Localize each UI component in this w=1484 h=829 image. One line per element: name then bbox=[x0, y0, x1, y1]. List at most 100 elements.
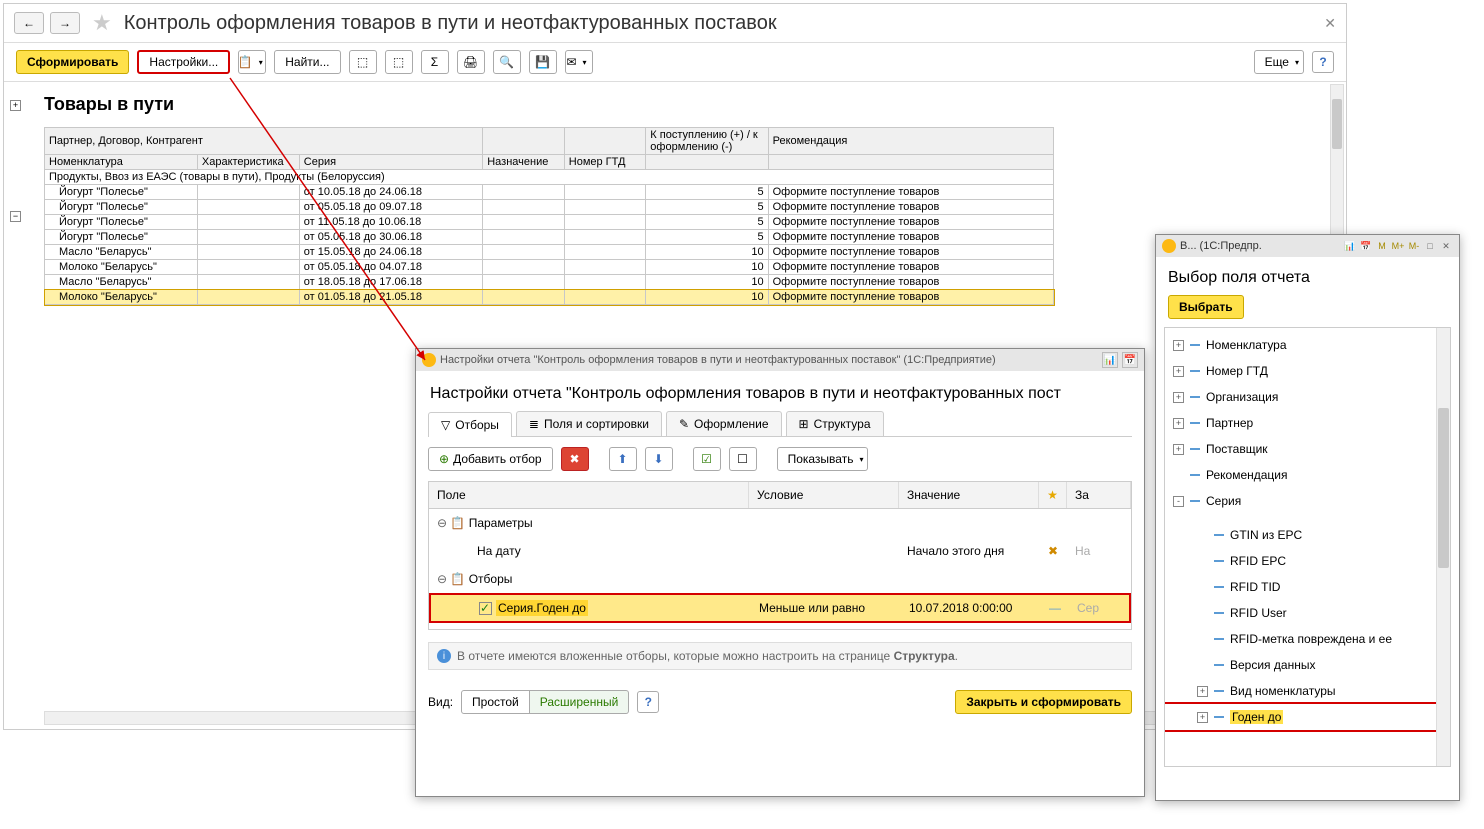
delete-filter-button[interactable]: ✖ bbox=[561, 447, 589, 471]
add-filter-button[interactable]: ⊕Добавить отбор bbox=[428, 447, 553, 471]
tree-node[interactable]: Версия данных bbox=[1165, 652, 1450, 678]
dialog-winbar-text: Настройки отчета "Контроль оформления то… bbox=[440, 354, 996, 366]
table-row[interactable]: Масло "Беларусь"от 15.05.18 до 24.06.181… bbox=[45, 245, 1054, 260]
tree-node[interactable]: RFID EPC bbox=[1165, 548, 1450, 574]
filter-row-selected[interactable]: Серия.Годен до Меньше или равно 10.07.20… bbox=[429, 593, 1131, 623]
table-row[interactable]: Йогурт "Полесье"от 05.05.18 до 09.07.185… bbox=[45, 200, 1054, 215]
nav-forward-button[interactable]: → bbox=[50, 12, 80, 34]
tree-node[interactable]: +Номер ГТД bbox=[1165, 358, 1450, 384]
preview-button[interactable]: 🔍 bbox=[493, 50, 521, 74]
tb-icon[interactable]: 📊 bbox=[1343, 239, 1357, 253]
maximize-icon[interactable]: □ bbox=[1423, 239, 1437, 253]
col-gtd: Номер ГТД bbox=[564, 155, 646, 170]
table-row[interactable]: Йогурт "Полесье"от 05.05.18 до 30.06.185… bbox=[45, 230, 1054, 245]
expand-icon[interactable]: ⬚ bbox=[349, 50, 377, 74]
col-char: Характеристика bbox=[197, 155, 299, 170]
col-field: Поле bbox=[429, 482, 749, 508]
win-calc-icon[interactable]: 📊 bbox=[1102, 352, 1118, 368]
close-icon[interactable]: ✕ bbox=[1439, 239, 1453, 253]
col-partner: Партнер, Договор, Контрагент bbox=[45, 128, 483, 155]
table-row[interactable]: Молоко "Беларусь"от 01.05.18 до 21.05.18… bbox=[45, 290, 1054, 305]
params-icon: 📋 bbox=[450, 516, 465, 530]
print-button[interactable]: 🖨 bbox=[457, 50, 485, 74]
collapse-icon[interactable]: ⬚ bbox=[385, 50, 413, 74]
tb-icon2[interactable]: 📅 bbox=[1359, 239, 1373, 253]
tree-node[interactable]: +Партнер bbox=[1165, 410, 1450, 436]
group-row[interactable]: Продукты, Ввоз из ЕАЭС (товары в пути), … bbox=[45, 170, 1054, 185]
table-row[interactable]: Йогурт "Полесье"от 11.05.18 до 10.06.185… bbox=[45, 215, 1054, 230]
tab-filters[interactable]: ▽Отборы bbox=[428, 412, 512, 437]
param-row-on-date[interactable]: На дату Начало этого дня ✖ На bbox=[429, 537, 1131, 565]
close-icon[interactable]: ✕ bbox=[1324, 15, 1336, 32]
chooser-titlebar[interactable]: В... (1С:Предпр. 📊 📅 M M+ M- □ ✕ bbox=[1156, 235, 1459, 257]
settings-dialog: Настройки отчета "Контроль оформления то… bbox=[415, 348, 1145, 797]
variants-button[interactable]: 📋▾ bbox=[238, 50, 266, 74]
tree-gutter: + − bbox=[4, 100, 40, 222]
info-icon: i bbox=[437, 649, 451, 663]
tree-node[interactable]: Рекомендация bbox=[1165, 462, 1450, 488]
table-row[interactable]: Йогурт "Полесье"от 10.05.18 до 24.06.185… bbox=[45, 185, 1054, 200]
tree-node[interactable]: -Серия bbox=[1165, 488, 1450, 514]
dialog-titlebar[interactable]: Настройки отчета "Контроль оформления то… bbox=[416, 349, 1144, 371]
tree-node[interactable]: +Вид номенклатуры bbox=[1165, 678, 1450, 704]
sum-button[interactable]: Σ bbox=[421, 50, 449, 74]
toolbar: Сформировать Настройки... 📋▾ Найти... ⬚ … bbox=[4, 42, 1346, 82]
settings-button[interactable]: Настройки... bbox=[137, 50, 230, 74]
mode-extended-button[interactable]: Расширенный bbox=[530, 690, 630, 714]
col-nomenclature: Номенклатура bbox=[45, 155, 198, 170]
col-rec: Рекомендация bbox=[768, 128, 1053, 155]
close-generate-button[interactable]: Закрыть и сформировать bbox=[955, 690, 1132, 714]
mode-simple-button[interactable]: Простой bbox=[461, 690, 530, 714]
check-all-button[interactable]: ☑ bbox=[693, 447, 721, 471]
tree-node[interactable]: RFID-метка повреждена и ее bbox=[1165, 626, 1450, 652]
select-button[interactable]: Выбрать bbox=[1168, 295, 1244, 319]
show-mode-button[interactable]: Показывать▾ bbox=[777, 447, 869, 471]
tree-scrollbar[interactable] bbox=[1436, 328, 1450, 766]
chooser-winbar-text: В... (1С:Предпр. bbox=[1180, 240, 1262, 252]
filters-icon: 📋 bbox=[450, 572, 465, 586]
tree-node[interactable]: RFID User bbox=[1165, 600, 1450, 626]
uncheck-all-button[interactable]: ☐ bbox=[729, 447, 757, 471]
tree-node[interactable]: +Номенклатура bbox=[1165, 332, 1450, 358]
tab-structure[interactable]: ⊞Структура bbox=[786, 411, 884, 436]
m-icon[interactable]: M bbox=[1375, 239, 1389, 253]
save-button[interactable]: 💾 bbox=[529, 50, 557, 74]
tree-node-selected[interactable]: +Годен до bbox=[1165, 704, 1450, 730]
topbar: ← → ★ Контроль оформления товаров в пути… bbox=[4, 4, 1346, 42]
field-chooser-dialog: В... (1С:Предпр. 📊 📅 M M+ M- □ ✕ Выбор п… bbox=[1155, 234, 1460, 801]
dialog-footer: Вид: Простой Расширенный ? Закрыть и сфо… bbox=[416, 682, 1144, 722]
tree-node[interactable]: GTIN из EPC bbox=[1165, 522, 1450, 548]
tree-node[interactable]: RFID TID bbox=[1165, 574, 1450, 600]
tree-collapse-group[interactable]: − bbox=[10, 211, 21, 222]
tab-fields[interactable]: ≣Поля и сортировки bbox=[516, 411, 662, 436]
nav-back-button[interactable]: ← bbox=[14, 12, 44, 34]
email-button[interactable]: ✉▾ bbox=[565, 50, 593, 74]
mminus-icon[interactable]: M- bbox=[1407, 239, 1421, 253]
dialog-heading: Настройки отчета "Контроль оформления то… bbox=[416, 371, 1144, 411]
help-button-dialog[interactable]: ? bbox=[637, 691, 659, 713]
filter-checkbox[interactable] bbox=[479, 602, 492, 615]
logo-1c-icon bbox=[1162, 239, 1176, 253]
tree-collapse-top[interactable]: + bbox=[10, 100, 21, 111]
list-icon: ≣ bbox=[529, 417, 539, 431]
move-down-button[interactable]: ⬇ bbox=[645, 447, 673, 471]
tab-design[interactable]: ✎Оформление bbox=[666, 411, 782, 436]
move-up-button[interactable]: ⬆ bbox=[609, 447, 637, 471]
help-button[interactable]: ? bbox=[1312, 51, 1334, 73]
win-calendar-icon[interactable]: 📅 bbox=[1122, 352, 1138, 368]
generate-button[interactable]: Сформировать bbox=[16, 50, 129, 74]
more-button[interactable]: Еще▾ bbox=[1254, 50, 1304, 74]
tree-node[interactable]: +Поставщик bbox=[1165, 436, 1450, 462]
view-label: Вид: bbox=[428, 695, 453, 709]
tree-node[interactable]: +Организация bbox=[1165, 384, 1450, 410]
mplus-icon[interactable]: M+ bbox=[1391, 239, 1405, 253]
group-filters[interactable]: ⊖ 📋 Отборы bbox=[429, 565, 1131, 593]
find-button[interactable]: Найти... bbox=[274, 50, 340, 74]
group-parameters[interactable]: ⊖ 📋 Параметры bbox=[429, 509, 1131, 537]
table-row[interactable]: Молоко "Беларусь"от 05.05.18 до 04.07.18… bbox=[45, 260, 1054, 275]
favorite-star-icon[interactable]: ★ bbox=[92, 10, 112, 36]
col-purpose: Назначение bbox=[483, 155, 565, 170]
tree-icon: ⊞ bbox=[799, 417, 809, 431]
report-table: Партнер, Договор, Контрагент К поступлен… bbox=[44, 127, 1054, 305]
table-row[interactable]: Масло "Беларусь"от 18.05.18 до 17.06.181… bbox=[45, 275, 1054, 290]
